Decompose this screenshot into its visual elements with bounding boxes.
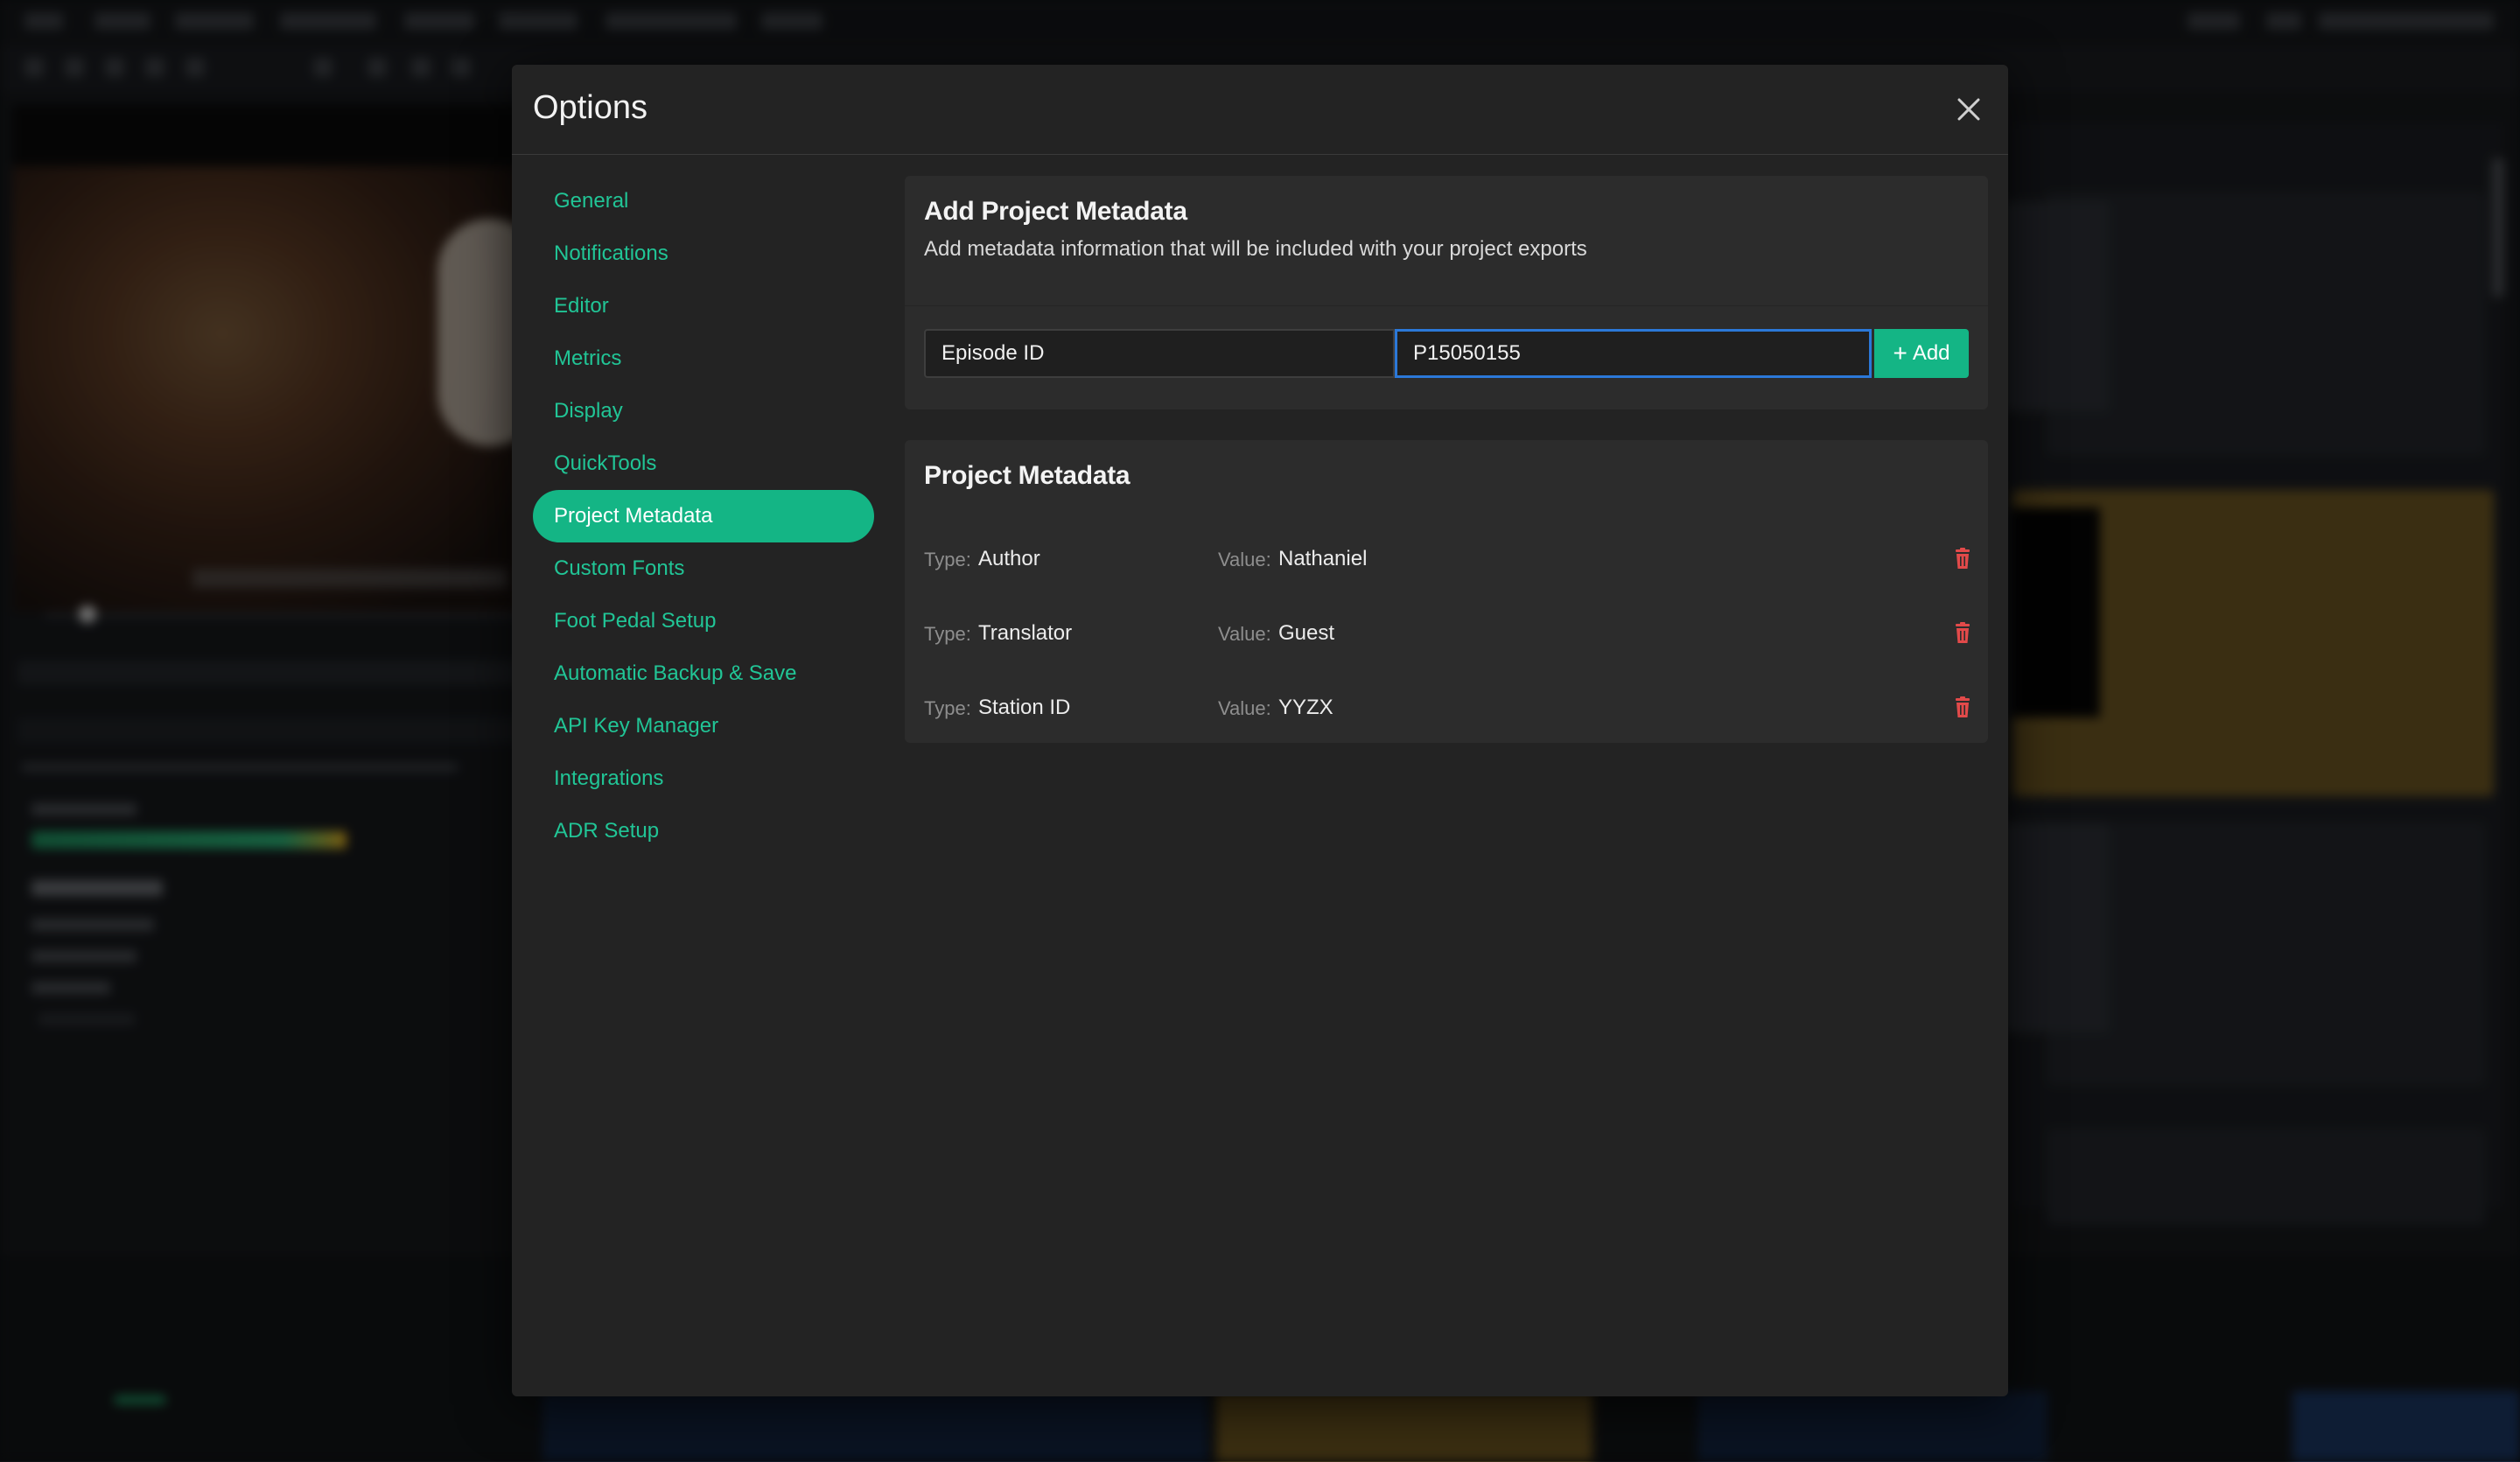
value-value: Nathaniel (1278, 547, 1368, 570)
metadata-row: Type: Translator Value: Guest (905, 612, 1988, 656)
project-metadata-panel: Project Metadata Type: Author Value: Nat… (905, 440, 1988, 743)
metadata-key-input[interactable] (924, 329, 1395, 378)
type-label: Type: (924, 549, 971, 570)
sidebar-item-adr-setup[interactable]: ADR Setup (533, 805, 874, 857)
project-metadata-title: Project Metadata (924, 461, 1130, 490)
type-label: Type: (924, 623, 971, 645)
value-label: Value: (1218, 623, 1271, 645)
sidebar-item-custom-fonts[interactable]: Custom Fonts (533, 542, 874, 595)
close-button[interactable] (1947, 87, 1991, 131)
trash-icon[interactable] (1951, 547, 1974, 571)
type-value: Author (978, 547, 1040, 570)
sidebar-item-editor[interactable]: Editor (533, 280, 874, 332)
sidebar-item-automatic-backup[interactable]: Automatic Backup & Save (533, 647, 874, 700)
add-metadata-panel: Add Project Metadata Add metadata inform… (905, 176, 1988, 409)
type-label: Type: (924, 697, 971, 719)
type-value: Station ID (978, 696, 1071, 719)
divider (905, 305, 1988, 306)
sidebar-item-quicktools[interactable]: QuickTools (533, 437, 874, 490)
sidebar-item-api-key-manager[interactable]: API Key Manager (533, 700, 874, 752)
value-label: Value: (1218, 549, 1271, 570)
plus-icon: + (1893, 339, 1908, 367)
sidebar-item-metrics[interactable]: Metrics (533, 332, 874, 385)
dialog-title: Options (533, 89, 648, 126)
add-button-label: Add (1912, 341, 1950, 365)
close-icon (1957, 98, 1980, 121)
options-sidebar: General Notifications Editor Metrics Dis… (533, 175, 874, 857)
type-value: Translator (978, 621, 1073, 645)
sidebar-item-display[interactable]: Display (533, 385, 874, 437)
metadata-value-input[interactable] (1395, 329, 1872, 378)
sidebar-item-notifications[interactable]: Notifications (533, 227, 874, 280)
options-dialog: Options General Notifications Editor Met… (512, 65, 2008, 1396)
add-metadata-title: Add Project Metadata (924, 197, 1187, 226)
sidebar-item-project-metadata[interactable]: Project Metadata (533, 490, 874, 542)
sidebar-item-foot-pedal-setup[interactable]: Foot Pedal Setup (533, 595, 874, 647)
sidebar-item-general[interactable]: General (533, 175, 874, 227)
add-metadata-button[interactable]: + Add (1874, 329, 1969, 378)
metadata-row: Type: Station ID Value: YYZX (905, 687, 1988, 731)
value-value: YYZX (1278, 696, 1334, 719)
add-metadata-subtitle: Add metadata information that will be in… (924, 237, 1587, 261)
value-label: Value: (1218, 697, 1271, 719)
trash-icon[interactable] (1951, 696, 1974, 720)
metadata-row: Type: Author Value: Nathaniel (905, 538, 1988, 582)
sidebar-item-integrations[interactable]: Integrations (533, 752, 874, 805)
dialog-header: Options (512, 65, 2008, 155)
trash-icon[interactable] (1951, 621, 1974, 646)
value-value: Guest (1278, 621, 1335, 645)
